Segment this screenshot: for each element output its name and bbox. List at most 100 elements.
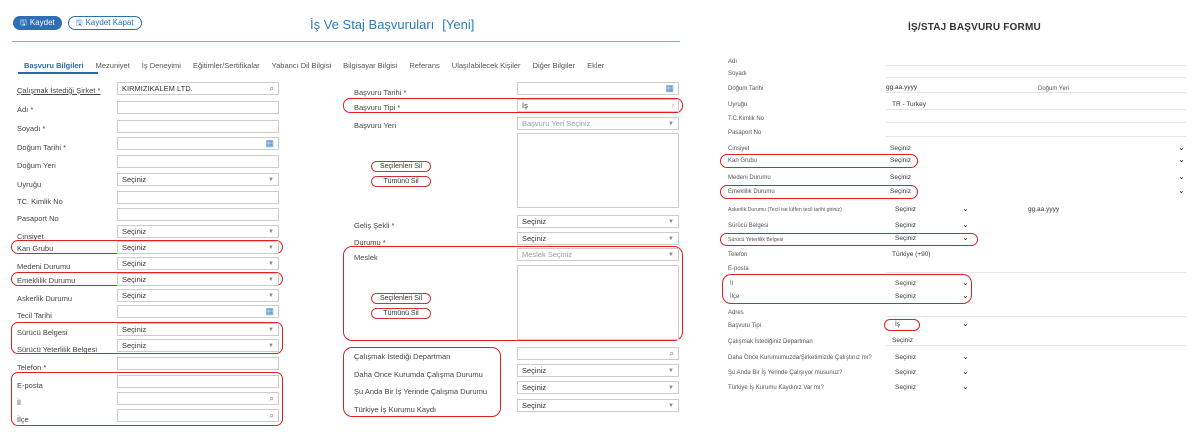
r-dogum-input[interactable]: gg.aa.yyyy: [886, 84, 917, 91]
chevron-down-icon: ⌄: [1178, 186, 1185, 195]
tc-input[interactable]: [117, 191, 279, 204]
su-anda-label: Şu Anda Bir İş Yerinde Çalışma Durumu: [354, 387, 487, 396]
yeterlilik-select[interactable]: Seçiniz ▼: [117, 339, 279, 352]
telefon-label: Telefon *: [17, 363, 47, 372]
r-cinsiyet-label: Cinsiyet: [728, 146, 750, 152]
r-ilce-select[interactable]: Seçiniz: [895, 293, 916, 300]
eposta-input[interactable]: [117, 375, 279, 388]
r-uyrugu-select[interactable]: TR - Turkey: [892, 101, 926, 108]
chevron-down-icon: ▼: [268, 326, 274, 333]
surucu-select[interactable]: Seçiniz ▼: [117, 323, 279, 336]
r-tc-input[interactable]: [886, 122, 1186, 123]
r-dogum-label: Doğum Tarihi: [728, 86, 764, 92]
tab-mezuniyet[interactable]: Mezuniyet: [90, 61, 136, 70]
tab-diger[interactable]: Diğer Bilgiler: [527, 61, 582, 70]
r-daha-once-label: Daha Önce Kurumumuzda/Şirketimizde Çalış…: [728, 355, 872, 361]
durumu-select[interactable]: Seçiniz ▼: [517, 232, 679, 245]
uyruk-select[interactable]: Seçiniz ▼: [117, 173, 279, 186]
search-icon: ⌕: [269, 410, 274, 420]
chevron-down-icon: ⌄: [962, 204, 969, 213]
tab-ulasilabilecek[interactable]: Ulaşılabilecek Kişiler: [446, 61, 527, 70]
r-yeterlilik-select[interactable]: Seçiniz: [895, 235, 916, 242]
save-button[interactable]: 🖫 Kaydet: [13, 16, 62, 30]
r-divider: [886, 109, 1186, 110]
tab-yabanci-dil[interactable]: Yabancı Dil Bilgisi: [266, 61, 337, 70]
pasaport-label: Pasaport No: [17, 214, 59, 223]
kan-label: Kan Grubu: [17, 244, 54, 253]
kan-select[interactable]: Seçiniz ▼: [117, 241, 279, 254]
r-surucu-select[interactable]: Seçiniz: [895, 222, 916, 229]
r-emeklilik-select[interactable]: Seçiniz: [890, 188, 911, 195]
emeklilik-select[interactable]: Seçiniz ▼: [117, 273, 279, 286]
r-adres-label: Adres: [728, 310, 744, 316]
tab-ekler[interactable]: Ekler: [581, 61, 610, 70]
r-cinsiyet-select[interactable]: Seçiniz: [890, 145, 911, 152]
pasaport-input[interactable]: [117, 208, 279, 221]
dogum-input[interactable]: ▦: [117, 137, 279, 150]
r-kan-select[interactable]: Seçiniz: [890, 157, 911, 164]
company-select[interactable]: KIRMIZIKALEM LTD. ⌕: [117, 82, 279, 95]
soyad-input[interactable]: [117, 120, 279, 133]
r-tc-label: T.C.Kimlik No: [728, 116, 765, 122]
calendar-icon[interactable]: ▦: [265, 306, 274, 317]
r-telefon-select[interactable]: Türkiye (+90): [892, 251, 930, 258]
header-divider: [12, 41, 680, 42]
tab-egitimler[interactable]: Eğitimler/Sertifikalar: [187, 61, 266, 70]
r-adi-label: Adı: [728, 59, 738, 65]
r-askerlik-date[interactable]: gg.aa.yyyy: [1028, 206, 1059, 213]
surucu-label: Sürücü Belgesi: [17, 328, 68, 337]
il-label: İl: [17, 398, 21, 407]
r-pasaport-input[interactable]: [886, 136, 1186, 137]
r-eposta-input[interactable]: [886, 272, 1186, 273]
r-departman-label: Çalışmak İstediğiniz Departman: [728, 339, 813, 345]
basvuru-yeri-list[interactable]: [517, 133, 679, 208]
tumunu-sil-button[interactable]: Tümünü Sil: [371, 176, 431, 187]
r-il-select[interactable]: Seçiniz: [895, 280, 916, 287]
calendar-icon[interactable]: ▦: [265, 138, 274, 149]
meslek-select[interactable]: Meslek Seçiniz ▼: [517, 248, 679, 261]
r-basvuru-tipi-select[interactable]: İş: [895, 321, 900, 328]
iskur-select[interactable]: Seçiniz ▼: [517, 399, 679, 412]
ilce-select[interactable]: ⌕: [117, 409, 279, 422]
telefon-input[interactable]: [117, 357, 279, 370]
r-daha-once-select[interactable]: Seçiniz: [895, 354, 916, 361]
basvuru-yeri-select[interactable]: Başvuru Yeri Seçiniz ▼: [517, 117, 679, 130]
page-title: İş Ve Staj Başvuruları [Yeni]: [310, 17, 475, 32]
r-adi-input[interactable]: [886, 65, 1186, 66]
r-adres-input[interactable]: [886, 316, 1186, 317]
r-eposta-label: E-posta: [728, 266, 749, 272]
cinsiyet-select[interactable]: Seçiniz ▼: [117, 225, 279, 238]
ad-input[interactable]: [117, 101, 279, 114]
secilenleri-sil-button[interactable]: Seçilenleri Sil: [371, 161, 431, 172]
basvuru-tarihi-input[interactable]: ▦: [517, 82, 679, 95]
meslek-list[interactable]: [517, 265, 679, 340]
il-select[interactable]: ⌕: [117, 392, 279, 405]
tab-basvuru-bilgileri[interactable]: Başvuru Bilgileri: [18, 61, 90, 70]
tecil-input[interactable]: ▦: [117, 305, 279, 318]
calendar-icon[interactable]: ▦: [665, 83, 674, 94]
departman-select[interactable]: ⌕: [517, 347, 679, 360]
basvuru-tipi-select[interactable]: İş ›: [517, 99, 679, 112]
r-iskur-select[interactable]: Seçiniz: [895, 384, 916, 391]
save-close-button[interactable]: 🖫 Kaydet Kapat: [67, 16, 142, 30]
medeni-select[interactable]: Seçiniz ▼: [117, 257, 279, 270]
askerlik-select[interactable]: Seçiniz ▼: [117, 289, 279, 302]
r-departman-select[interactable]: Seçiniz: [892, 337, 913, 344]
secilenleri-sil-button-2[interactable]: Seçilenleri Sil: [371, 293, 431, 304]
tab-referans[interactable]: Referans: [403, 61, 445, 70]
tumunu-sil-button-2[interactable]: Tümünü Sil: [371, 308, 431, 319]
chevron-down-icon: ⌄: [1178, 155, 1185, 164]
r-medeni-select[interactable]: Seçiniz: [890, 174, 911, 181]
r-soyadi-input[interactable]: [886, 77, 1186, 78]
company-label: Çalışmak İstediği Şirket *: [17, 86, 101, 95]
su-anda-select[interactable]: Seçiniz ▼: [517, 381, 679, 394]
eposta-label: E-posta: [17, 381, 43, 390]
daha-once-select[interactable]: Seçiniz ▼: [517, 364, 679, 377]
r-ilce-label: İlçe: [730, 294, 740, 300]
r-su-anda-select[interactable]: Seçiniz: [895, 369, 916, 376]
tab-bilgisayar[interactable]: Bilgisayar Bilgisi: [337, 61, 403, 70]
tab-is-deneyimi[interactable]: İş Deneyimi: [136, 61, 187, 70]
dogum-yeri-input[interactable]: [117, 155, 279, 168]
gelis-select[interactable]: Seçiniz ▼: [517, 215, 679, 228]
r-askerlik-select[interactable]: Seçiniz: [895, 206, 916, 213]
